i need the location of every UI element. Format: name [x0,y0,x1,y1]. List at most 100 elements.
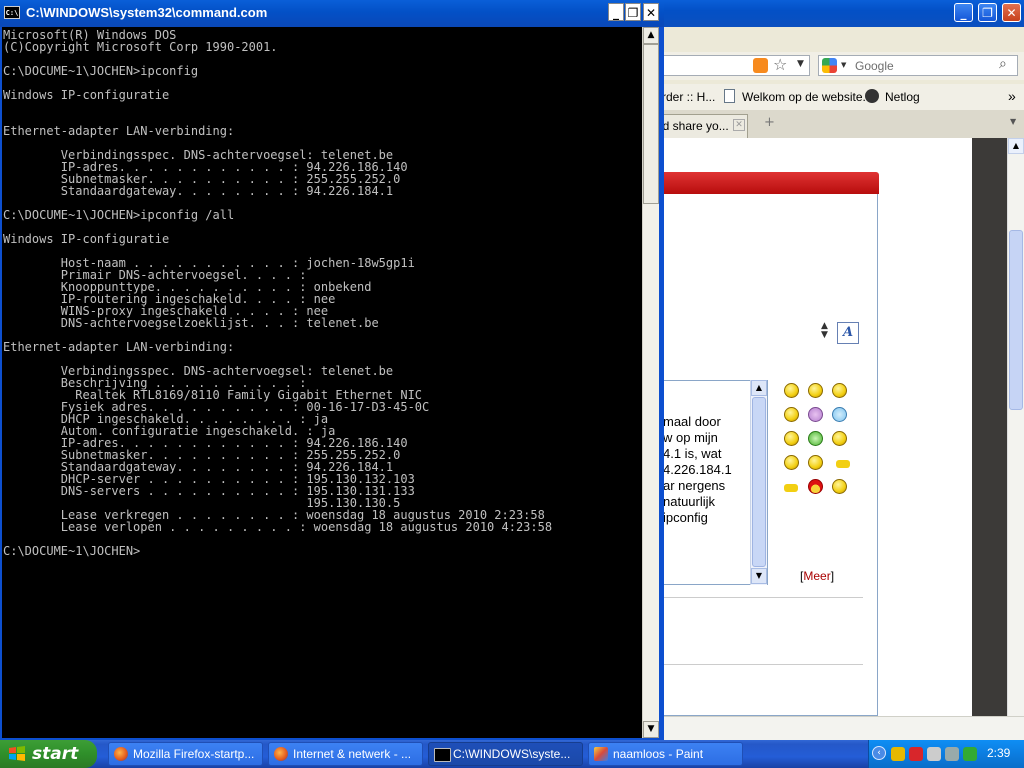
bookmark-item[interactable]: rder :: H... [662,90,715,104]
divider [660,664,863,665]
console-line: C:\DOCUME~1\JOCHEN> [3,544,141,558]
scroll-up-arrow[interactable]: ▲ [1008,138,1024,154]
surprised-emoticon-icon[interactable] [832,431,847,446]
taskbar-button-paint[interactable]: naamloos - Paint [588,742,743,766]
network-icon[interactable] [963,747,977,761]
tab-list-icon[interactable]: ▼ [1010,117,1016,126]
start-button[interactable]: start [0,740,97,768]
editor-header-bar [660,172,879,194]
scroll-up-arrow[interactable]: ▲ [751,380,767,396]
close-button[interactable]: ✕ [643,3,659,21]
textarea-line: ar nergens [663,478,726,493]
console-line: C:\DOCUME~1\JOCHEN>ipconfig [3,64,199,78]
console-output[interactable]: Microsoft(R) Windows DOS (C)Copyright Mic… [2,27,642,738]
more-smileys-link[interactable]: [Meer] [800,569,834,583]
bee-emoticon-icon[interactable] [784,484,798,492]
scroll-down-arrow[interactable]: ▼ [643,721,659,738]
computer-emoticon-icon[interactable] [808,455,823,470]
security-shield-icon[interactable] [891,747,905,761]
scroll-thumb[interactable] [643,44,659,204]
taskbar: start Mozilla Firefox-startp... Internet… [0,740,1024,768]
textarea-line: maal door [663,414,721,429]
laugh-emoticon-icon[interactable] [784,455,799,470]
font-size-spinner-icon[interactable]: ▲ ▼ [821,322,828,340]
restore-button[interactable]: ❐ [978,3,997,22]
new-tab-icon[interactable]: + [764,115,775,130]
smile-emoticon-icon[interactable] [784,383,799,398]
search-box[interactable]: ▼ Google ⌕ [818,55,1018,76]
rss-feed-icon[interactable] [753,58,768,73]
tab-label: id share yo... [660,119,729,133]
volume-icon[interactable] [945,747,959,761]
neutral-emoticon-icon[interactable] [808,383,823,398]
dizzy-emoticon-icon[interactable] [832,383,847,398]
close-button[interactable]: ✕ [1002,3,1021,22]
taskbar-button-firefox-start[interactable]: Mozilla Firefox-startp... [108,742,263,766]
bookmark-star-icon[interactable]: ☆ [773,55,787,74]
scroll-up-arrow[interactable]: ▲ [643,27,659,44]
scroll-down-arrow[interactable]: ▼ [751,568,767,584]
safely-remove-hardware-icon[interactable] [927,747,941,761]
tab[interactable]: id share yo... ✕ [656,114,748,138]
grin-emoticon-icon[interactable] [808,431,823,446]
santa-emoticon-icon[interactable] [808,479,823,494]
cmd-title-bar[interactable]: C:\ C:\WINDOWS\system32\command.com _ ❐ … [0,0,664,27]
scroll-thumb[interactable] [752,397,766,567]
more-link-label: Meer [803,569,831,583]
purple-emoticon-icon[interactable] [808,407,823,422]
page-icon [724,89,735,103]
paint-icon [594,747,608,761]
taskbar-button-label: naamloos - Paint [613,747,704,761]
console-line: Windows IP-configuratie [3,88,170,102]
textarea-line: ipconfig [663,510,708,525]
clock: 2:39 [987,746,1011,760]
taskbar-button-label: Mozilla Firefox-startp... [133,747,255,761]
address-bar[interactable]: ☆ ▼ [660,55,810,76]
antivirus-icon[interactable] [909,747,923,761]
firefox-icon [274,747,288,761]
page-background-column [972,138,1007,716]
taskbar-button-command-prompt[interactable]: C:\WINDOWS\syste... [428,742,583,766]
scroll-thumb[interactable] [1009,230,1023,410]
engine-dropdown-icon[interactable]: ▼ [841,61,846,69]
show-hidden-icons-button[interactable]: ‹ [872,746,886,760]
console-line: DNS-achtervoegselzoeklijst. . . : telene… [3,316,379,330]
command-prompt-window: C:\ C:\WINDOWS\system32\command.com _ ❐ … [0,0,664,740]
cmd-icon[interactable]: C:\ [4,6,20,19]
wink-emoticon-icon[interactable] [832,479,847,494]
text-format-icon[interactable]: A [837,322,859,344]
divider [660,597,863,598]
textarea-line: 4.226.184.1 [663,462,732,477]
restore-button[interactable]: ❐ [625,3,641,21]
start-label: start [32,744,79,764]
bracket-close: ] [830,569,835,583]
close-tab-icon[interactable]: ✕ [733,119,745,131]
cmd-icon [434,748,451,762]
search-icon[interactable]: ⌕ [999,56,1007,72]
minimize-button[interactable]: _ [608,3,624,21]
bookmark-item[interactable]: Welkom op de website... [742,90,873,104]
textarea-scrollbar[interactable]: ▲ ▼ [750,380,767,585]
console-line: Standaardgateway. . . . . . . . : 94.226… [3,184,394,198]
google-icon[interactable] [822,58,837,73]
page-vertical-scrollbar[interactable]: ▲ [1007,138,1024,716]
textarea-line: 4.1 is, wat [663,446,722,461]
dropdown-arrow-icon[interactable]: ▼ [797,59,804,69]
taskbar-button-label: Internet & netwerk - ... [293,747,412,761]
search-placeholder: Google [855,59,894,73]
console-line: Lease verlopen . . . . . . . . . : woens… [3,520,553,534]
console-line: Ethernet-adapter LAN-verbinding: [3,340,235,354]
cool-emoticon-icon[interactable] [784,407,799,422]
bookmarks-overflow-button[interactable]: » [1008,88,1016,104]
taskbar-button-firefox-network[interactable]: Internet & netwerk - ... [268,742,423,766]
sleep-emoticon-icon[interactable] [836,460,850,468]
minimize-button[interactable]: _ [954,3,973,22]
sad-emoticon-icon[interactable] [784,431,799,446]
blue-emoticon-icon[interactable] [832,407,847,422]
console-line: C:\DOCUME~1\JOCHEN>ipconfig /all [3,208,235,222]
console-line: (C)Copyright Microsoft Corp 1990-2001. [3,40,278,54]
firefox-icon [114,747,128,761]
console-vertical-scrollbar[interactable]: ▲ ▼ [642,27,659,738]
bookmark-item[interactable]: Netlog [885,90,920,104]
textarea-line: w op mijn [663,430,718,445]
